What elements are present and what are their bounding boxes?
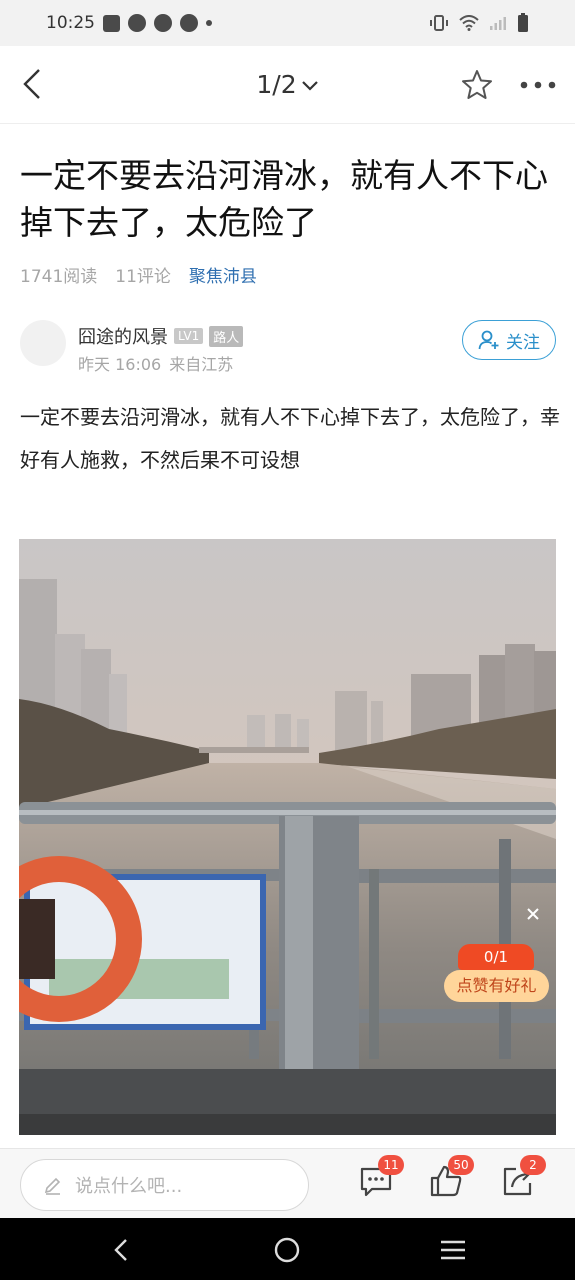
- close-icon: [527, 908, 539, 920]
- system-navigation-bar: [0, 1218, 575, 1280]
- author-name-row: 囧途的风景 LV1 路人: [78, 323, 244, 349]
- status-time: 10:25: [46, 13, 95, 33]
- star-icon: [462, 70, 492, 99]
- river-bridge-photo: [19, 539, 556, 1135]
- role-badge: 路人: [209, 325, 244, 347]
- pencil-icon: [44, 1177, 61, 1195]
- article-meta: 1741阅读 11评论 聚焦沛县: [20, 262, 257, 287]
- status-bar: 10:25: [0, 0, 575, 46]
- add-user-icon: [478, 330, 499, 350]
- app-notification-icon: [180, 14, 198, 32]
- share-button[interactable]: 2: [500, 1155, 546, 1203]
- topic-link[interactable]: 聚焦沛县: [189, 262, 257, 287]
- close-promo-button[interactable]: [524, 904, 542, 925]
- nav-recents-button[interactable]: [438, 1236, 468, 1264]
- like-button[interactable]: 50: [428, 1155, 474, 1203]
- avatar[interactable]: [20, 320, 66, 366]
- comment-count-meta: 11评论: [115, 267, 171, 287]
- app-notification-icon: [128, 14, 146, 32]
- post-source: 来自江苏: [169, 355, 234, 374]
- article-title: 一定不要去沿河滑冰，就有人不下心掉下去了，太危险了: [20, 156, 548, 242]
- follow-label: 关注: [506, 332, 540, 353]
- bottom-action-bar: 说点什么吧... 11 50 2: [0, 1148, 575, 1218]
- comment-input[interactable]: 说点什么吧...: [20, 1159, 309, 1211]
- battery-icon: [518, 13, 528, 32]
- favorite-button[interactable]: [460, 68, 494, 106]
- nav-home-icon: [274, 1237, 300, 1263]
- chevron-down-icon: [301, 81, 318, 91]
- nav-back-icon: [114, 1239, 127, 1261]
- share-count-badge: 2: [520, 1155, 546, 1175]
- comment-count-badge: 11: [378, 1155, 404, 1175]
- nav-menu-icon: [441, 1240, 465, 1260]
- status-left: 10:25: [46, 13, 212, 33]
- like-reward-badge[interactable]: 0/1 点赞有好礼: [444, 944, 549, 1002]
- author-name[interactable]: 囧途的风景: [78, 323, 168, 349]
- notification-icon: [103, 14, 120, 32]
- article-body: 一定不要去沿河滑冰，就有人不下心掉下去了，太危险了，幸好有人施救，不然后果不可设…: [20, 405, 560, 472]
- author-sub-row: 昨天 16:06 来自江苏: [78, 351, 233, 375]
- comment-placeholder: 说点什么吧...: [75, 1176, 183, 1197]
- level-badge: LV1: [174, 328, 204, 344]
- wifi-icon: [459, 15, 479, 31]
- app-notification-icon: [154, 14, 172, 32]
- nav-back-button[interactable]: [108, 1236, 136, 1264]
- more-button[interactable]: [518, 68, 558, 106]
- article-photo[interactable]: [19, 539, 556, 1135]
- reward-label: 点赞有好礼: [444, 970, 549, 1002]
- post-time: 昨天 16:06: [78, 355, 162, 374]
- like-count-badge: 50: [448, 1155, 474, 1175]
- page-indicator-label: 1/2: [256, 70, 297, 99]
- comment-button[interactable]: 11: [358, 1155, 404, 1203]
- status-right: [429, 13, 529, 33]
- more-notifications-icon: [206, 20, 212, 26]
- follow-button[interactable]: 关注: [462, 320, 556, 360]
- signal-icon: [490, 17, 506, 30]
- reward-progress: 0/1: [458, 944, 534, 970]
- top-navigation-bar: 1/2: [0, 46, 575, 124]
- nav-home-button[interactable]: [272, 1235, 302, 1265]
- vibrate-icon: [430, 15, 448, 31]
- more-icon: [520, 81, 556, 89]
- author-row: 囧途的风景 LV1 路人 昨天 16:06 来自江苏 关注: [20, 320, 556, 376]
- read-count: 1741阅读: [20, 267, 98, 287]
